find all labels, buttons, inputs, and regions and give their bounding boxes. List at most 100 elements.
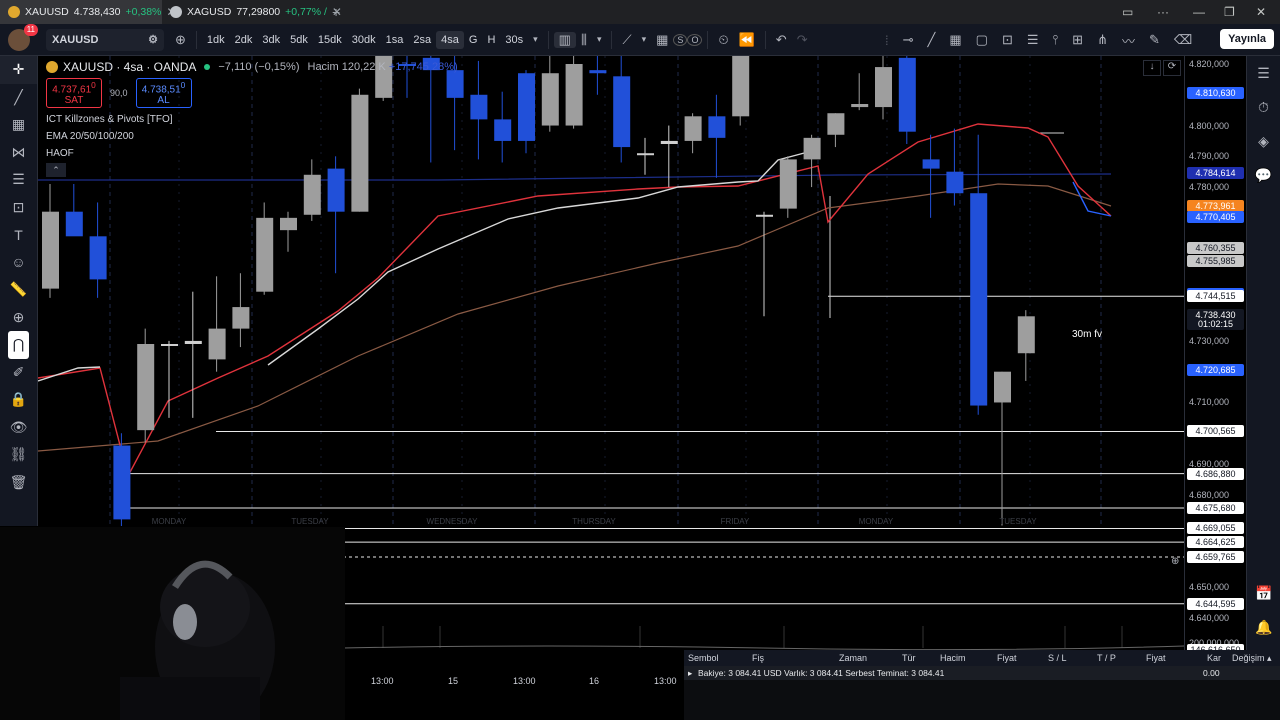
chevron-down-icon[interactable]: ▾ bbox=[592, 34, 607, 45]
lock-icon[interactable]: 🔒 bbox=[0, 386, 37, 414]
reset-chart-icon[interactable]: ⟳ bbox=[1163, 60, 1181, 76]
magnet-icon[interactable]: ⋂ bbox=[8, 331, 29, 359]
interval-button[interactable]: 2sa bbox=[408, 31, 436, 49]
interval-button[interactable]: G bbox=[464, 31, 483, 49]
browser-tab-xagusd[interactable]: XAGUSD 77,29800 +0,77% / ✕ bbox=[162, 0, 342, 24]
interval-button[interactable]: H bbox=[482, 31, 500, 49]
layers-icon[interactable]: ◈ bbox=[1247, 124, 1280, 158]
crosshair-icon[interactable]: ✛ bbox=[0, 56, 37, 84]
row-chevron-icon[interactable]: ▸ bbox=[688, 668, 692, 679]
interval-button[interactable]: 3dk bbox=[257, 31, 285, 49]
collapse-legend-button[interactable]: ⌃ bbox=[46, 163, 66, 178]
column-header[interactable]: Tür bbox=[902, 653, 916, 663]
interval-button[interactable]: 30s bbox=[500, 31, 528, 49]
emoji-icon[interactable]: ☺ bbox=[0, 249, 37, 277]
interval-button[interactable]: 2dk bbox=[230, 31, 258, 49]
maximize-icon[interactable]: ❐ bbox=[1224, 0, 1235, 24]
column-header[interactable]: Sembol bbox=[688, 653, 719, 663]
brush-icon[interactable]: ✎ bbox=[1144, 32, 1165, 48]
interval-button[interactable]: 15dk bbox=[313, 31, 347, 49]
column-header[interactable]: Fiyat bbox=[997, 653, 1017, 663]
minimize-icon[interactable]: — bbox=[1193, 0, 1205, 24]
settings-icon[interactable]: ⚙ bbox=[148, 33, 158, 46]
indicator-killzones[interactable]: ICT Killzones & Pivots [TFO] bbox=[46, 114, 458, 125]
symbol-title[interactable]: XAUUSD · 4sa · OANDA bbox=[46, 60, 196, 74]
replay-icon[interactable]: ⏪ bbox=[734, 32, 760, 48]
grid-icon[interactable]: ▦ bbox=[944, 32, 966, 48]
notification-bell-icon[interactable]: 🔔 bbox=[1247, 610, 1280, 644]
column-header[interactable]: S / L bbox=[1048, 653, 1067, 663]
new-tab-button[interactable]: + bbox=[324, 4, 348, 20]
chevron-down-icon[interactable]: ▾ bbox=[637, 34, 652, 45]
candles-chart-type-icon[interactable]: ▥ bbox=[553, 31, 576, 48]
rectangle-icon[interactable]: ▢ bbox=[971, 32, 993, 48]
pencil-lock-icon[interactable]: ✐ bbox=[0, 359, 37, 387]
horizontal-ray-icon[interactable]: ⊸ bbox=[898, 32, 919, 48]
interval-button[interactable]: 5dk bbox=[285, 31, 313, 49]
undo-icon[interactable]: ↶ bbox=[771, 32, 792, 48]
column-header[interactable]: Fiyat bbox=[1146, 653, 1166, 663]
add-alert-plus-icon[interactable]: ⊕ bbox=[1171, 556, 1179, 567]
browser-tab-xauusd[interactable]: XAUUSD 4.738,430 +0,38% ✕ bbox=[0, 0, 176, 24]
sort-chevron-icon[interactable]: ▴ bbox=[1267, 653, 1272, 664]
eye-icon[interactable]: 👁 bbox=[0, 414, 37, 442]
zoom-in-icon[interactable]: ⊕ bbox=[0, 304, 37, 332]
circle-s-button[interactable]: S bbox=[673, 33, 688, 46]
eraser-icon[interactable]: ⌫ bbox=[1169, 32, 1197, 48]
add-symbol-icon[interactable]: ⊕ bbox=[170, 32, 191, 48]
trend-line-icon[interactable]: ╱ bbox=[923, 32, 941, 48]
text-tool-icon[interactable]: T bbox=[0, 221, 37, 249]
path-icon[interactable]: 〰 bbox=[1117, 31, 1140, 50]
more-icon[interactable]: ··· bbox=[1157, 0, 1169, 24]
vertical-line-icon[interactable]: ⫯ bbox=[1048, 32, 1064, 48]
chevron-down-icon[interactable]: ▾ bbox=[528, 34, 543, 45]
price-axis[interactable]: 4.820,000 4.800,000 4.790,000 4.780,000 4.73… bbox=[1171, 56, 1246, 676]
circle-o-button[interactable]: O bbox=[687, 33, 703, 46]
column-header[interactable]: T / P bbox=[1097, 653, 1116, 663]
trash-icon[interactable]: 🗑 bbox=[0, 469, 37, 497]
sell-button[interactable]: 4.737,610 SAT bbox=[46, 78, 102, 109]
pitchfork-icon[interactable]: ⋔ bbox=[1092, 32, 1113, 48]
bar-chart-type-icon[interactable]: ⫼ bbox=[576, 32, 592, 48]
calendar-icon[interactable]: 📅 bbox=[1247, 576, 1280, 610]
cast-icon[interactable]: ▭ bbox=[1122, 0, 1133, 24]
indicators-icon[interactable]: ⟋ bbox=[617, 32, 636, 48]
chat-icon[interactable]: 💬 bbox=[1247, 158, 1280, 192]
fib-tool-icon[interactable]: ☰ bbox=[0, 166, 37, 194]
buy-button[interactable]: 4.738,510 AL bbox=[135, 78, 192, 109]
tab-symbol: XAGUSD bbox=[187, 6, 232, 18]
layouts-icon[interactable]: ▦ bbox=[651, 32, 673, 48]
column-header[interactable]: Değişim bbox=[1232, 653, 1265, 663]
alert-icon[interactable]: ⏲ bbox=[713, 32, 733, 48]
interval-button[interactable]: 1sa bbox=[381, 31, 409, 49]
parallel-channel-icon[interactable]: ⊞ bbox=[1067, 32, 1088, 48]
close-window-icon[interactable]: ✕ bbox=[1256, 0, 1266, 24]
column-header[interactable]: Fiş bbox=[752, 653, 764, 663]
measure-box-icon[interactable]: ⊡ bbox=[0, 194, 37, 222]
interval-button[interactable]: 30dk bbox=[347, 31, 381, 49]
avatar[interactable]: 11 bbox=[8, 23, 38, 51]
frame-icon[interactable]: ⊡ bbox=[997, 32, 1018, 48]
ruler-icon[interactable]: 📏 bbox=[0, 276, 37, 304]
symbol-search[interactable]: XAUUSD ⚙ bbox=[46, 28, 164, 51]
indicator-haof[interactable]: HAOF bbox=[46, 148, 458, 159]
column-header[interactable]: Hacim bbox=[940, 653, 966, 663]
drag-handle-icon[interactable]: ⁞ bbox=[880, 33, 894, 48]
interval-button-active[interactable]: 4sa bbox=[436, 30, 464, 49]
indicator-ema[interactable]: EMA 20/50/100/200 bbox=[46, 131, 458, 142]
grid-tool-icon[interactable]: ▦ bbox=[0, 111, 37, 139]
fib-retracement-icon[interactable]: ☰ bbox=[1022, 32, 1044, 48]
redo-icon[interactable]: ↷ bbox=[792, 32, 813, 48]
price-tick: 4.790,000 bbox=[1189, 151, 1230, 162]
watchlist-icon[interactable]: ☰ bbox=[1247, 56, 1280, 90]
price-tick: 4.730,000 bbox=[1189, 335, 1230, 346]
pattern-tool-icon[interactable]: ⋈ bbox=[0, 139, 37, 167]
interval-button[interactable]: 1dk bbox=[202, 31, 230, 49]
column-header[interactable]: Zaman bbox=[839, 653, 867, 663]
scroll-to-bottom-icon[interactable]: ↓ bbox=[1143, 60, 1161, 76]
link-icon[interactable]: ⛓ bbox=[0, 441, 37, 469]
column-header[interactable]: Kar bbox=[1207, 653, 1221, 663]
alerts-clock-icon[interactable]: ⏱ bbox=[1247, 90, 1280, 124]
trend-line-tool-icon[interactable]: ╱ bbox=[0, 84, 37, 112]
publish-button[interactable]: Yayınla bbox=[1220, 29, 1274, 49]
